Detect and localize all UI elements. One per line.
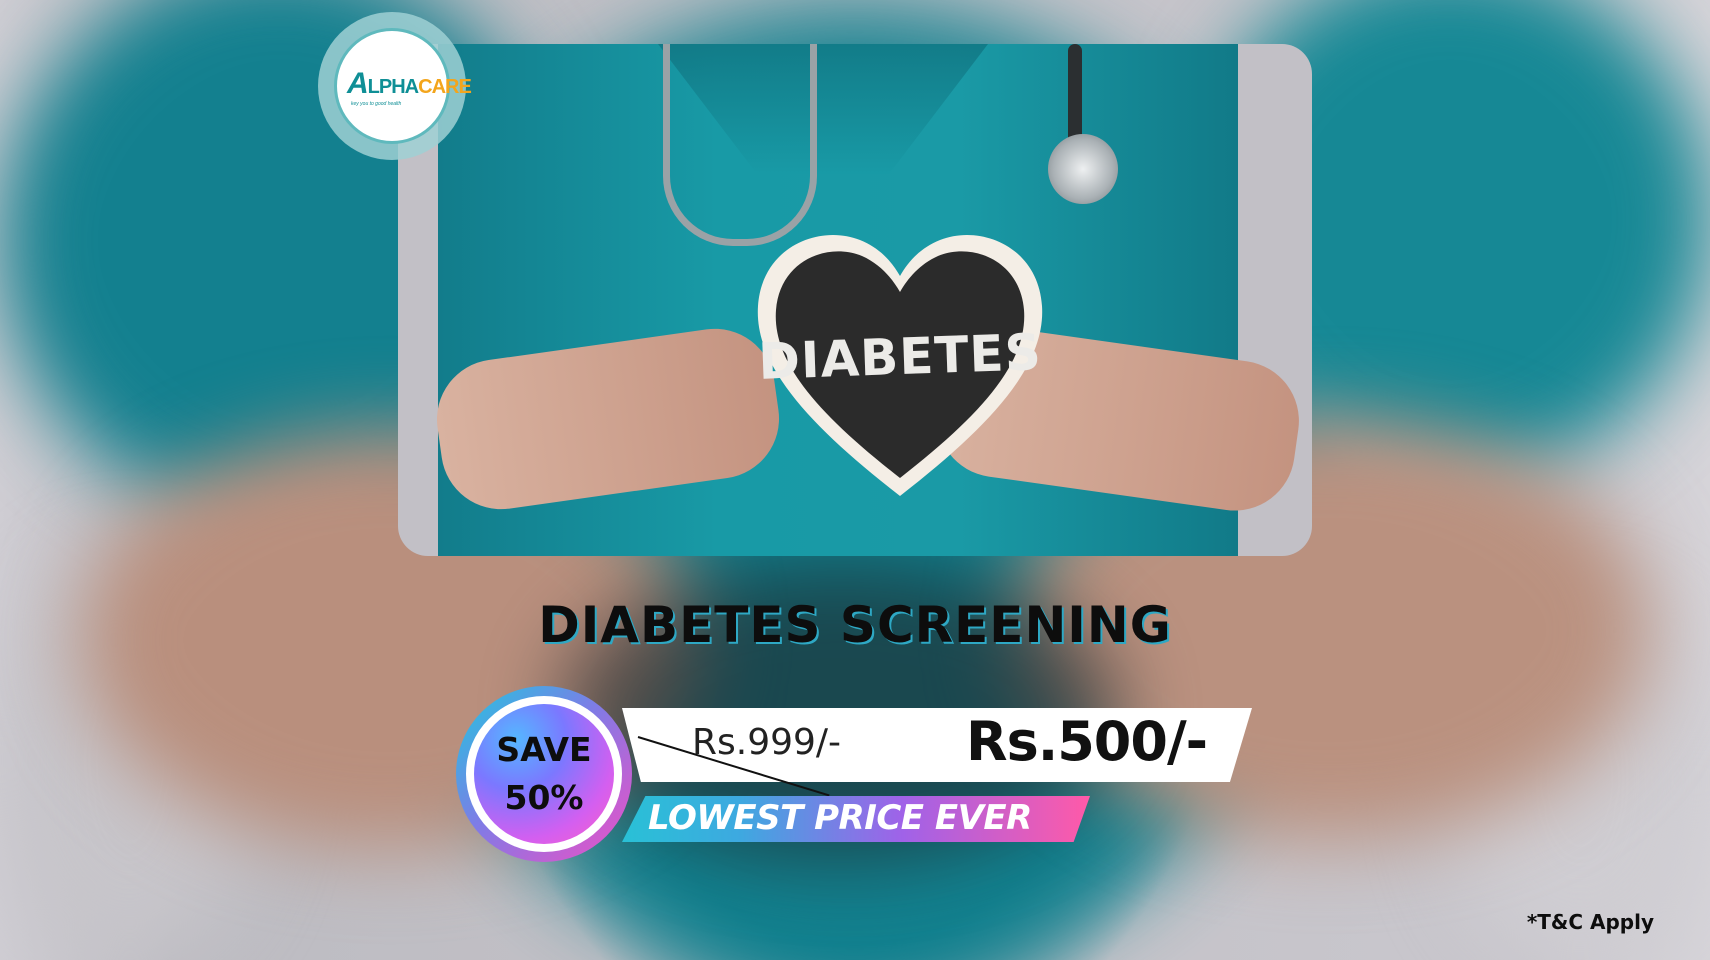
save-badge-percent: 50%: [504, 778, 584, 817]
old-price: Rs.999/-: [692, 722, 842, 763]
new-price: Rs.500/-: [966, 710, 1208, 773]
logo-tagline: key you to good health: [351, 101, 402, 107]
hero-photo: DIABETES: [398, 44, 1312, 556]
terms-note: *T&C Apply: [1526, 910, 1654, 934]
heart-sign-label: DIABETES: [757, 323, 1043, 391]
heart-sign: DIABETES: [750, 216, 1050, 506]
save-badge-fill: [474, 704, 614, 844]
stethoscope-bell-icon: [1048, 134, 1118, 204]
alphacare-logo: ALPHACARE key you to good health: [334, 28, 472, 144]
logo-wordmark: ALPHACARE: [347, 67, 472, 100]
page-title: DIABETES SCREENING: [538, 596, 1172, 654]
save-badge-label: SAVE: [496, 730, 592, 769]
ribbon-label: LOWEST PRICE EVER: [648, 798, 1032, 838]
